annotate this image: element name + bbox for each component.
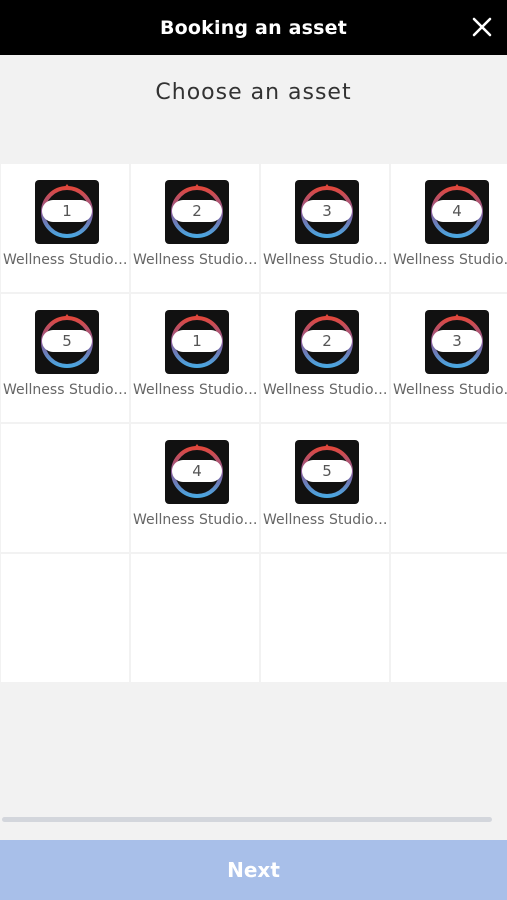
asset-tile[interactable]: 2 Wellness Studio Room A2: [131, 164, 259, 292]
empty-cell: [391, 554, 507, 682]
asset-number-badge: 2: [172, 200, 222, 222]
asset-tile[interactable]: 4 Wellness Studio Room A4: [391, 164, 507, 292]
asset-grid: 1 Wellness Studio Room A1 2 Wellness Stu…: [1, 164, 507, 682]
empty-cell: [1, 554, 129, 682]
asset-number-badge: 5: [302, 460, 352, 482]
asset-logo-icon: 4: [425, 180, 489, 244]
asset-logo-icon: 4: [165, 440, 229, 504]
horizontal-scrollbar[interactable]: [2, 817, 492, 822]
asset-logo-icon: 3: [425, 310, 489, 374]
asset-tile[interactable]: 5 Wellness Studio Room B5: [261, 424, 389, 552]
asset-logo-icon: 3: [295, 180, 359, 244]
asset-tile[interactable]: 3 Wellness Studio Room B3: [391, 294, 507, 422]
asset-number-badge: 3: [432, 330, 482, 352]
page-title: Booking an asset: [159, 16, 348, 39]
asset-tile[interactable]: 2 Wellness Studio Room B2: [261, 294, 389, 422]
asset-logo-icon: 1: [165, 310, 229, 374]
asset-label: Wellness Studio Room B1: [133, 382, 259, 398]
asset-label: Wellness Studio Room B3: [393, 382, 507, 398]
empty-cell: [391, 424, 507, 552]
asset-label: Wellness Studio Room A2: [133, 252, 259, 268]
empty-cell: [131, 554, 259, 682]
asset-number-badge: 1: [42, 200, 92, 222]
asset-label: Wellness Studio Room A3: [263, 252, 389, 268]
asset-number-badge: 2: [302, 330, 352, 352]
asset-logo-icon: 1: [35, 180, 99, 244]
asset-label: Wellness Studio Room B5: [263, 512, 389, 528]
close-button[interactable]: [467, 12, 497, 42]
asset-logo-icon: 5: [35, 310, 99, 374]
asset-number-badge: 4: [432, 200, 482, 222]
asset-number-badge: 1: [172, 330, 222, 352]
asset-label: Wellness Studio Room A4: [393, 252, 507, 268]
asset-logo-icon: 5: [295, 440, 359, 504]
asset-label: Wellness Studio Room B4: [133, 512, 259, 528]
asset-logo-icon: 2: [165, 180, 229, 244]
next-button[interactable]: Next: [0, 840, 507, 900]
asset-logo-icon: 2: [295, 310, 359, 374]
header-bar: Booking an asset: [0, 0, 507, 55]
asset-label: Wellness Studio Room B2: [263, 382, 389, 398]
asset-tile[interactable]: 5 Wellness Studio Room A5: [1, 294, 129, 422]
asset-number-badge: 5: [42, 330, 92, 352]
empty-cell: [261, 554, 389, 682]
asset-tile[interactable]: 1 Wellness Studio Room B1: [131, 294, 259, 422]
asset-tile[interactable]: 3 Wellness Studio Room A3: [261, 164, 389, 292]
asset-number-badge: 3: [302, 200, 352, 222]
empty-cell: [1, 424, 129, 552]
asset-tile[interactable]: 4 Wellness Studio Room B4: [131, 424, 259, 552]
close-icon: [472, 17, 492, 37]
choose-asset-heading: Choose an asset: [155, 80, 352, 105]
asset-label: Wellness Studio Room A1: [3, 252, 129, 268]
asset-tile[interactable]: 1 Wellness Studio Room A1: [1, 164, 129, 292]
asset-number-badge: 4: [172, 460, 222, 482]
asset-label: Wellness Studio Room A5: [3, 382, 129, 398]
